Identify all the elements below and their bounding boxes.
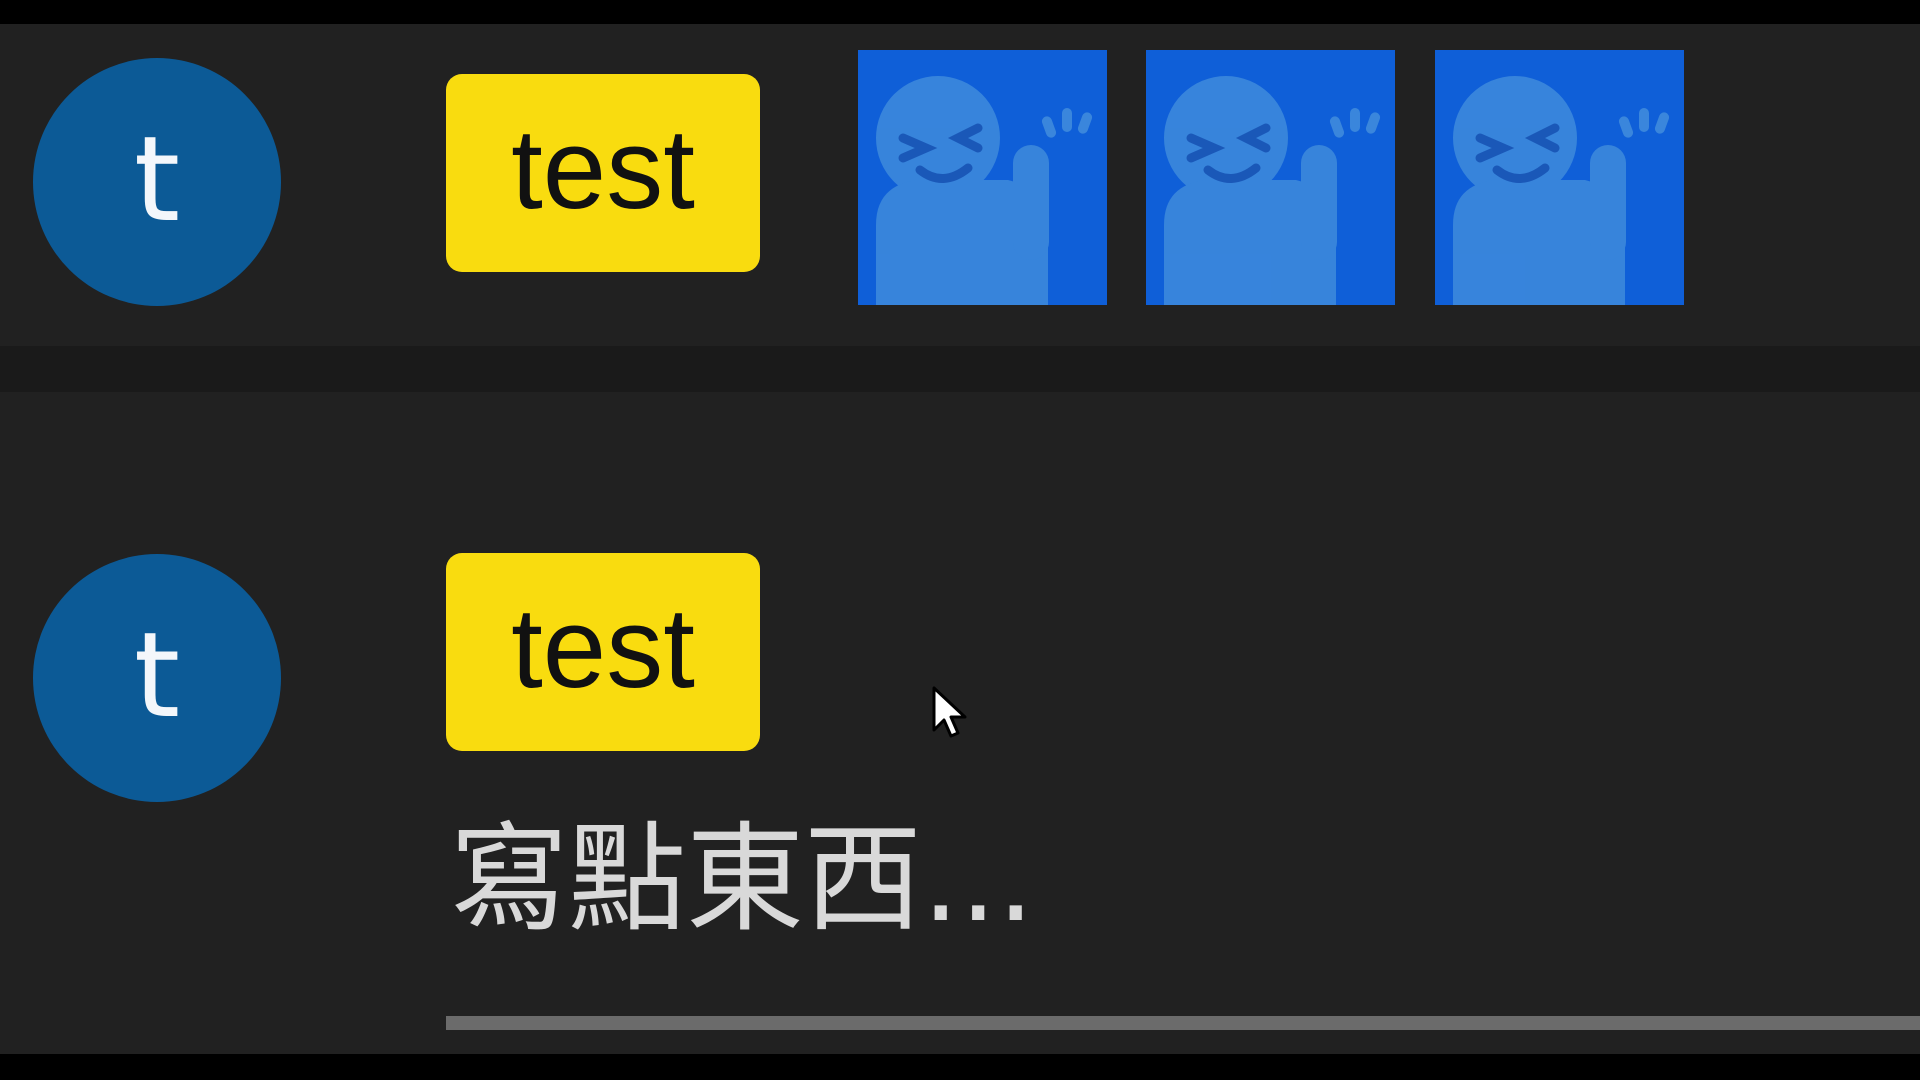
message-divider [0, 346, 1920, 392]
avatar[interactable]: t [33, 554, 281, 802]
waving-ghost-sticker-icon[interactable] [1146, 50, 1395, 305]
author-label: test [511, 585, 695, 712]
input-underline [446, 1016, 1920, 1030]
avatar[interactable]: t [33, 58, 281, 306]
message-input[interactable]: 寫點東西... [450, 814, 1035, 945]
app-frame: t test t test 寫點東西... [0, 0, 1920, 1080]
mouse-cursor-icon [932, 686, 967, 738]
waving-ghost-sticker-icon[interactable] [858, 50, 1107, 305]
author-badge[interactable]: test [446, 74, 760, 272]
avatar-letter: t [133, 110, 181, 248]
avatar-letter: t [133, 606, 181, 744]
waving-ghost-sticker-icon[interactable] [1435, 50, 1684, 305]
author-label: test [511, 106, 695, 233]
author-badge[interactable]: test [446, 553, 760, 751]
